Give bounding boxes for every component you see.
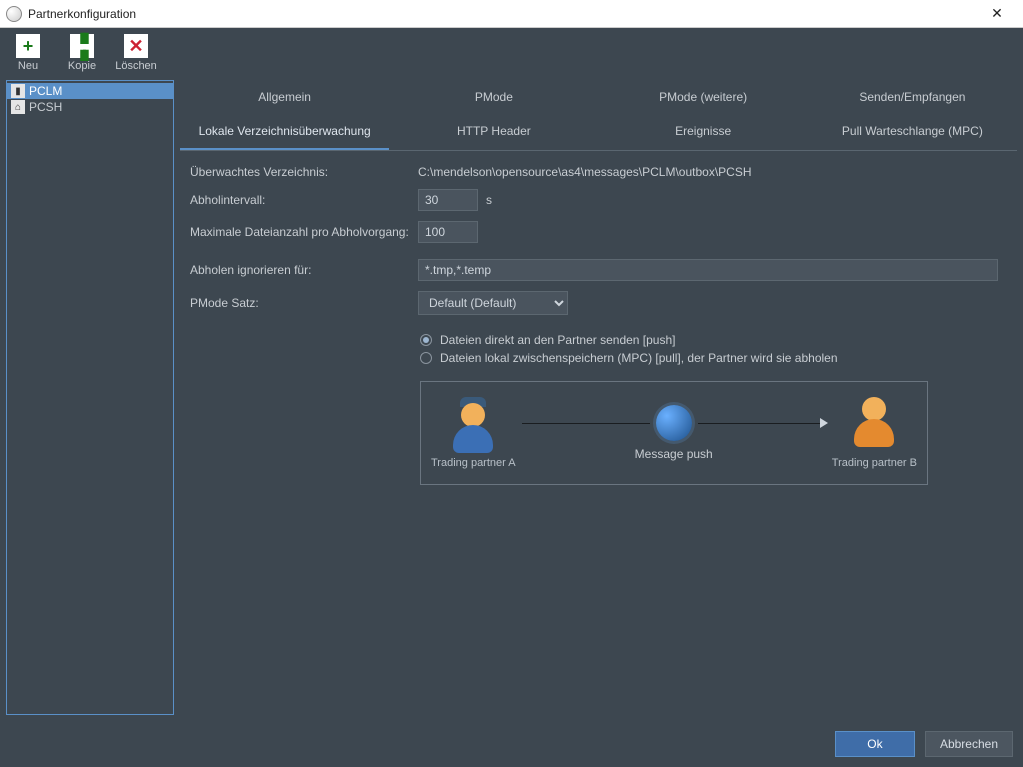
maxfiles-label: Maximale Dateianzahl pro Abholvorgang: <box>190 225 410 239</box>
delete-button[interactable]: ✕ Löschen <box>116 34 156 72</box>
watched-dir-label: Überwachtes Verzeichnis: <box>190 165 410 179</box>
toolbar: + Neu ▮▮▮▮ Kopie ✕ Löschen <box>0 28 1023 80</box>
radio-pull-label: Dateien lokal zwischenspeichern (MPC) [p… <box>440 351 838 365</box>
interval-label: Abholintervall: <box>190 193 410 207</box>
new-label: Neu <box>18 60 38 72</box>
sidebar-item-label: PCSH <box>29 100 62 114</box>
tabrow-secondary: Lokale Verzeichnisüberwachung HTTP Heade… <box>180 114 1017 151</box>
partner-icon: ▮ <box>11 84 25 98</box>
tab-pmode-weitere[interactable]: PMode (weitere) <box>599 80 808 114</box>
partner-list: ▮ PCLM ⌂ PCSH <box>6 80 174 715</box>
maxfiles-input[interactable] <box>418 221 478 243</box>
close-icon[interactable]: ✕ <box>977 5 1017 22</box>
tab-allgemein[interactable]: Allgemein <box>180 80 389 114</box>
sidebar-item-pclm[interactable]: ▮ PCLM <box>7 83 173 99</box>
partner-a: Trading partner A <box>431 397 516 469</box>
delete-label: Löschen <box>115 60 157 72</box>
ignore-label: Abholen ignorieren für: <box>190 263 410 277</box>
tab-http-header[interactable]: HTTP Header <box>389 114 598 150</box>
partner-b-label: Trading partner B <box>832 457 917 469</box>
radio-push-label: Dateien direkt an den Partner senden [pu… <box>440 333 676 347</box>
dialog-footer: Ok Abbrechen <box>0 721 1023 767</box>
sidebar-item-label: PCLM <box>29 84 62 98</box>
tab-pull-mpc[interactable]: Pull Warteschlange (MPC) <box>808 114 1017 150</box>
ignore-input[interactable] <box>418 259 998 281</box>
watched-dir-value: C:\mendelson\opensource\as4\messages\PCL… <box>418 165 752 179</box>
avatar-partner-a-icon <box>450 397 496 453</box>
content-panel: Allgemein PMode PMode (weitere) Senden/E… <box>180 80 1017 715</box>
form: Überwachtes Verzeichnis: C:\mendelson\op… <box>180 151 1017 499</box>
radio-push[interactable] <box>420 334 432 346</box>
avatar-partner-b-icon <box>851 397 897 453</box>
titlebar: Partnerkonfiguration ✕ <box>0 0 1023 28</box>
copy-label: Kopie <box>68 60 96 72</box>
diagram-middle-label: Message push <box>635 447 713 461</box>
ok-button[interactable]: Ok <box>835 731 915 757</box>
radio-pull[interactable] <box>420 352 432 364</box>
tab-senden-empfangen[interactable]: Senden/Empfangen <box>808 80 1017 114</box>
copy-button[interactable]: ▮▮▮▮ Kopie <box>62 34 102 72</box>
partner-icon: ⌂ <box>11 100 25 114</box>
partner-b: Trading partner B <box>832 397 917 469</box>
new-button[interactable]: + Neu <box>8 34 48 72</box>
tab-ereignisse[interactable]: Ereignisse <box>599 114 808 150</box>
arrow-line-left <box>522 423 650 424</box>
plus-icon: + <box>16 34 40 58</box>
tab-verzeichnis[interactable]: Lokale Verzeichnisüberwachung <box>180 114 389 150</box>
delete-icon: ✕ <box>124 34 148 58</box>
app-icon <box>6 6 22 22</box>
tabrow-primary: Allgemein PMode PMode (weitere) Senden/E… <box>180 80 1017 114</box>
cancel-button[interactable]: Abbrechen <box>925 731 1013 757</box>
tab-pmode[interactable]: PMode <box>389 80 598 114</box>
main-area: ▮ PCLM ⌂ PCSH Allgemein PMode PMode (wei… <box>0 80 1023 721</box>
pmode-select[interactable]: Default (Default) <box>418 291 568 315</box>
sidebar-item-pcsh[interactable]: ⌂ PCSH <box>7 99 173 115</box>
copy-icon: ▮▮▮▮ <box>70 34 94 58</box>
interval-unit: s <box>486 193 492 207</box>
arrow-line-right <box>698 423 826 424</box>
push-diagram: Trading partner A Message push Trading p… <box>420 381 928 485</box>
interval-input[interactable] <box>418 189 478 211</box>
partner-a-label: Trading partner A <box>431 457 516 469</box>
window-title: Partnerkonfiguration <box>28 7 977 21</box>
globe-icon <box>656 405 692 441</box>
pmode-label: PMode Satz: <box>190 296 410 310</box>
